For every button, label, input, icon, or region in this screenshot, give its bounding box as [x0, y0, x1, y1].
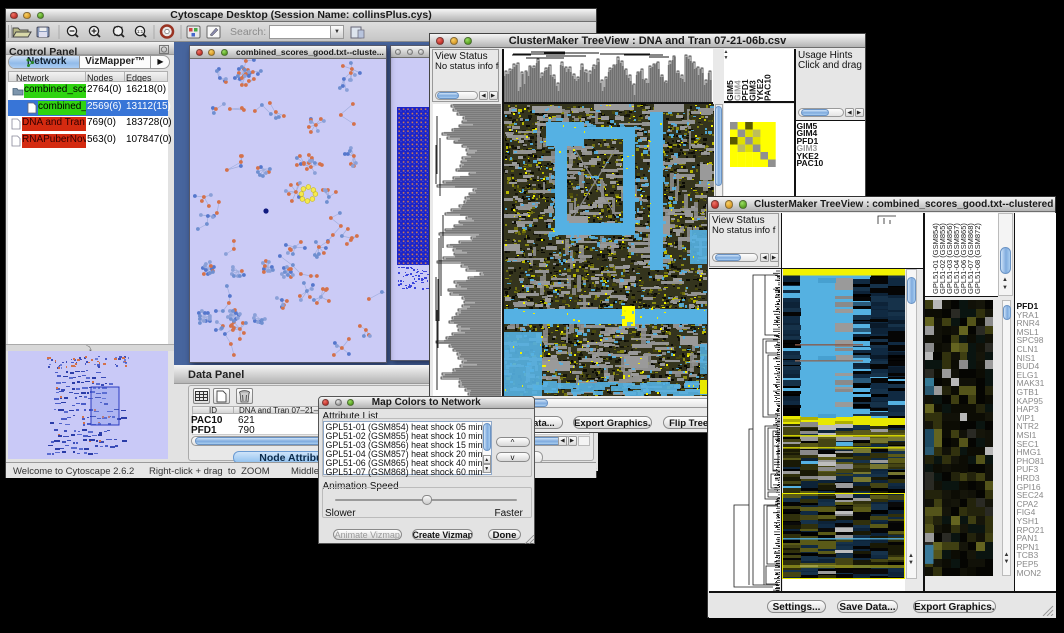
svg-text:GPL51-08 (GSM872): GPL51-08 (GSM872) [973, 223, 982, 294]
svg-text:PAC10: PAC10 [763, 73, 773, 100]
svg-text:1:1: 1:1 [137, 29, 144, 34]
